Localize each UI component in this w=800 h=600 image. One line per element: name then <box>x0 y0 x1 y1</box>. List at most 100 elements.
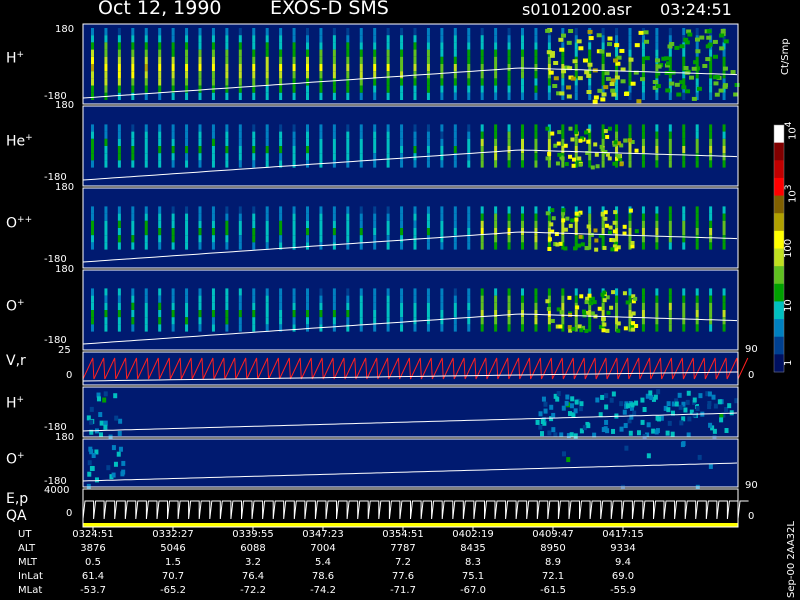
spectrogram-cell <box>332 78 336 86</box>
spectrogram-cell <box>117 206 121 214</box>
spectrogram-cell <box>413 56 417 64</box>
qa-bar <box>83 523 738 527</box>
spectrogram-cell <box>480 302 484 310</box>
spectrogram-cell <box>265 85 269 93</box>
spectrogram-cell <box>359 56 363 64</box>
spectrogram-cell <box>507 131 511 139</box>
spectrogram-cell <box>453 288 457 296</box>
spectrogram-cell <box>225 228 229 236</box>
spectrogram-cell <box>400 131 404 139</box>
spectrogram-cell <box>158 206 162 214</box>
spectrogram-cell <box>373 242 377 250</box>
spectrogram-cell <box>668 228 672 236</box>
spectrogram-cell <box>158 242 162 250</box>
spectrogram-cell <box>171 92 175 100</box>
spectrogram-cell <box>559 47 565 52</box>
spectrogram-cell <box>494 242 498 250</box>
footer-cell: 8.9 <box>545 557 561 568</box>
spectrogram-cell <box>622 291 627 296</box>
spectrogram-cell <box>695 153 699 161</box>
spectrogram-cell <box>171 49 175 57</box>
spectrogram-cell <box>386 228 390 236</box>
spectrogram-cell <box>185 302 189 310</box>
spectrogram-cell <box>252 213 256 221</box>
footer-cell: 0402:19 <box>452 529 494 540</box>
spectrogram-cell <box>440 153 444 161</box>
rtick-ep: 0 <box>748 511 755 522</box>
spectrogram-cell <box>606 310 611 315</box>
spectrogram-cell <box>605 76 611 81</box>
spectrogram-cell <box>601 317 606 322</box>
spectrogram-cell <box>687 416 692 422</box>
spectrogram-cell <box>279 288 283 296</box>
spectrogram-cell <box>640 77 646 82</box>
panel-label-h-plus-2: H+ <box>6 395 25 412</box>
spectrogram-cell <box>346 206 350 214</box>
spectrogram-cell <box>91 85 94 93</box>
spectrogram-cell <box>252 131 256 139</box>
spectrogram-cell <box>641 288 645 296</box>
spectrogram-cell <box>582 309 587 314</box>
spectrogram-cell <box>440 220 444 228</box>
spectrogram-cell <box>279 124 283 132</box>
spectrogram-cell <box>198 56 202 64</box>
spectrogram-cell <box>116 451 121 457</box>
footer-row-label: MLat <box>18 585 43 596</box>
spectrogram-cell <box>600 147 605 152</box>
spectrogram-cell <box>279 35 283 43</box>
spectrogram-cell <box>373 85 377 93</box>
footer-cell: -53.7 <box>80 585 106 596</box>
colorbar-segment <box>774 266 784 285</box>
spectrogram-cell <box>265 220 269 228</box>
spectrogram-cell <box>521 317 524 325</box>
spectrogram-cell <box>640 397 645 403</box>
spectrogram-cell <box>198 235 202 243</box>
colorbar-label-10: 10 <box>783 299 794 312</box>
spectrogram-cell <box>373 295 377 303</box>
spectrogram-cell <box>480 42 484 50</box>
spectrogram-cell <box>709 295 713 303</box>
spectrogram-cell <box>712 39 718 44</box>
spectrogram-cell <box>117 131 121 139</box>
spectrogram-cell <box>561 131 565 139</box>
spectrogram-cell <box>467 64 471 72</box>
spectrogram-cell <box>413 242 417 250</box>
panel-label-o-plus: O+ <box>6 298 25 315</box>
footer-cell: 1.5 <box>165 557 181 568</box>
spectrogram-cell <box>567 411 572 417</box>
footer-cell: 7787 <box>390 543 416 554</box>
spectrogram-cell <box>211 235 215 243</box>
spectrogram-cell <box>601 92 607 97</box>
spectrogram-cell <box>252 49 256 57</box>
spectrogram-cell <box>332 92 336 100</box>
spectrogram-cell <box>682 288 686 296</box>
spectrogram-cell <box>467 242 471 250</box>
spectrogram-cell <box>104 153 108 161</box>
spectrogram-cell <box>534 146 538 154</box>
spectrogram-cell <box>91 206 94 214</box>
spectrogram-cell <box>171 42 175 50</box>
spectrogram-cell <box>561 69 567 74</box>
spectrogram-cell <box>131 85 135 93</box>
spectrogram-cell <box>171 124 175 132</box>
spectrogram-cell <box>494 302 498 310</box>
spectrogram-cell <box>535 419 540 425</box>
spectrogram-cell <box>566 85 572 90</box>
footer-cell: -61.5 <box>540 585 566 596</box>
spectrogram-cell <box>587 293 592 298</box>
spectrogram-cell <box>547 247 552 252</box>
spectrogram-cell <box>171 288 175 296</box>
spectrogram-cell <box>596 33 602 38</box>
spectrogram-cell <box>588 49 592 57</box>
footer-cell: 0332:27 <box>152 529 194 540</box>
spectrogram-cell <box>604 404 609 410</box>
spectrogram-cell <box>279 213 283 221</box>
spectrogram-cell <box>628 64 632 72</box>
spectrogram-cell <box>574 130 579 135</box>
spectrogram-cell <box>279 310 283 318</box>
spectrogram-cell <box>628 131 632 139</box>
spectrogram-cell <box>628 228 632 236</box>
spectrogram-cell <box>467 35 471 43</box>
spectrogram-cell <box>373 28 377 36</box>
spectrogram-cell <box>521 220 524 228</box>
